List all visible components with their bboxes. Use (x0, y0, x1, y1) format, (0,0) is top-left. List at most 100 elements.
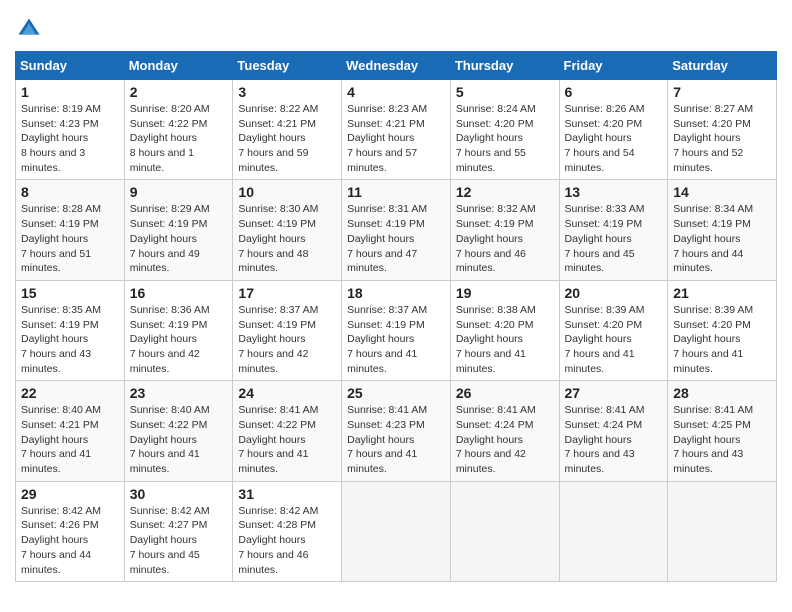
calendar-cell: 5 Sunrise: 8:24 AM Sunset: 4:20 PM Dayli… (450, 80, 559, 180)
day-info: Sunrise: 8:22 AM Sunset: 4:21 PM Dayligh… (238, 102, 336, 175)
day-number: 14 (673, 184, 771, 200)
day-number: 30 (130, 486, 228, 502)
day-info: Sunrise: 8:23 AM Sunset: 4:21 PM Dayligh… (347, 102, 445, 175)
calendar-cell: 17 Sunrise: 8:37 AM Sunset: 4:19 PM Dayl… (233, 280, 342, 380)
calendar-cell: 4 Sunrise: 8:23 AM Sunset: 4:21 PM Dayli… (342, 80, 451, 180)
day-number: 1 (21, 84, 119, 100)
day-number: 5 (456, 84, 554, 100)
weekday-header-wednesday: Wednesday (342, 52, 451, 80)
calendar-table: SundayMondayTuesdayWednesdayThursdayFrid… (15, 51, 777, 582)
day-info: Sunrise: 8:27 AM Sunset: 4:20 PM Dayligh… (673, 102, 771, 175)
logo (15, 15, 47, 43)
day-number: 6 (565, 84, 663, 100)
page-header (15, 15, 777, 43)
logo-icon (15, 15, 43, 43)
calendar-week-5: 29 Sunrise: 8:42 AM Sunset: 4:26 PM Dayl… (16, 481, 777, 581)
day-info: Sunrise: 8:37 AM Sunset: 4:19 PM Dayligh… (347, 303, 445, 376)
day-number: 2 (130, 84, 228, 100)
calendar-cell: 25 Sunrise: 8:41 AM Sunset: 4:23 PM Dayl… (342, 381, 451, 481)
day-info: Sunrise: 8:24 AM Sunset: 4:20 PM Dayligh… (456, 102, 554, 175)
day-number: 27 (565, 385, 663, 401)
day-info: Sunrise: 8:28 AM Sunset: 4:19 PM Dayligh… (21, 202, 119, 275)
calendar-cell: 14 Sunrise: 8:34 AM Sunset: 4:19 PM Dayl… (668, 180, 777, 280)
day-number: 12 (456, 184, 554, 200)
calendar-cell: 2 Sunrise: 8:20 AM Sunset: 4:22 PM Dayli… (124, 80, 233, 180)
day-info: Sunrise: 8:42 AM Sunset: 4:27 PM Dayligh… (130, 504, 228, 577)
calendar-cell: 6 Sunrise: 8:26 AM Sunset: 4:20 PM Dayli… (559, 80, 668, 180)
calendar-header-row: SundayMondayTuesdayWednesdayThursdayFrid… (16, 52, 777, 80)
day-info: Sunrise: 8:33 AM Sunset: 4:19 PM Dayligh… (565, 202, 663, 275)
day-info: Sunrise: 8:31 AM Sunset: 4:19 PM Dayligh… (347, 202, 445, 275)
day-info: Sunrise: 8:41 AM Sunset: 4:24 PM Dayligh… (565, 403, 663, 476)
day-number: 7 (673, 84, 771, 100)
calendar-cell (450, 481, 559, 581)
day-number: 9 (130, 184, 228, 200)
day-number: 18 (347, 285, 445, 301)
calendar-cell: 29 Sunrise: 8:42 AM Sunset: 4:26 PM Dayl… (16, 481, 125, 581)
calendar-cell (668, 481, 777, 581)
day-number: 3 (238, 84, 336, 100)
calendar-cell: 22 Sunrise: 8:40 AM Sunset: 4:21 PM Dayl… (16, 381, 125, 481)
weekday-header-thursday: Thursday (450, 52, 559, 80)
calendar-cell: 24 Sunrise: 8:41 AM Sunset: 4:22 PM Dayl… (233, 381, 342, 481)
calendar-cell: 8 Sunrise: 8:28 AM Sunset: 4:19 PM Dayli… (16, 180, 125, 280)
day-number: 31 (238, 486, 336, 502)
calendar-cell: 1 Sunrise: 8:19 AM Sunset: 4:23 PM Dayli… (16, 80, 125, 180)
day-info: Sunrise: 8:42 AM Sunset: 4:26 PM Dayligh… (21, 504, 119, 577)
day-number: 13 (565, 184, 663, 200)
calendar-week-2: 8 Sunrise: 8:28 AM Sunset: 4:19 PM Dayli… (16, 180, 777, 280)
day-info: Sunrise: 8:42 AM Sunset: 4:28 PM Dayligh… (238, 504, 336, 577)
day-info: Sunrise: 8:39 AM Sunset: 4:20 PM Dayligh… (673, 303, 771, 376)
day-number: 22 (21, 385, 119, 401)
day-number: 21 (673, 285, 771, 301)
day-number: 11 (347, 184, 445, 200)
calendar-cell: 27 Sunrise: 8:41 AM Sunset: 4:24 PM Dayl… (559, 381, 668, 481)
calendar-cell: 31 Sunrise: 8:42 AM Sunset: 4:28 PM Dayl… (233, 481, 342, 581)
calendar-week-4: 22 Sunrise: 8:40 AM Sunset: 4:21 PM Dayl… (16, 381, 777, 481)
calendar-cell: 11 Sunrise: 8:31 AM Sunset: 4:19 PM Dayl… (342, 180, 451, 280)
weekday-header-sunday: Sunday (16, 52, 125, 80)
day-number: 23 (130, 385, 228, 401)
calendar-cell (559, 481, 668, 581)
day-info: Sunrise: 8:39 AM Sunset: 4:20 PM Dayligh… (565, 303, 663, 376)
day-info: Sunrise: 8:41 AM Sunset: 4:24 PM Dayligh… (456, 403, 554, 476)
day-info: Sunrise: 8:19 AM Sunset: 4:23 PM Dayligh… (21, 102, 119, 175)
calendar-cell: 16 Sunrise: 8:36 AM Sunset: 4:19 PM Dayl… (124, 280, 233, 380)
weekday-header-monday: Monday (124, 52, 233, 80)
day-info: Sunrise: 8:34 AM Sunset: 4:19 PM Dayligh… (673, 202, 771, 275)
calendar-cell: 13 Sunrise: 8:33 AM Sunset: 4:19 PM Dayl… (559, 180, 668, 280)
day-number: 29 (21, 486, 119, 502)
calendar-cell: 3 Sunrise: 8:22 AM Sunset: 4:21 PM Dayli… (233, 80, 342, 180)
day-info: Sunrise: 8:26 AM Sunset: 4:20 PM Dayligh… (565, 102, 663, 175)
calendar-cell: 7 Sunrise: 8:27 AM Sunset: 4:20 PM Dayli… (668, 80, 777, 180)
day-number: 19 (456, 285, 554, 301)
calendar-cell: 12 Sunrise: 8:32 AM Sunset: 4:19 PM Dayl… (450, 180, 559, 280)
day-info: Sunrise: 8:41 AM Sunset: 4:22 PM Dayligh… (238, 403, 336, 476)
calendar-cell: 21 Sunrise: 8:39 AM Sunset: 4:20 PM Dayl… (668, 280, 777, 380)
calendar-cell: 19 Sunrise: 8:38 AM Sunset: 4:20 PM Dayl… (450, 280, 559, 380)
day-number: 10 (238, 184, 336, 200)
day-number: 20 (565, 285, 663, 301)
day-info: Sunrise: 8:29 AM Sunset: 4:19 PM Dayligh… (130, 202, 228, 275)
calendar-cell (342, 481, 451, 581)
day-info: Sunrise: 8:41 AM Sunset: 4:25 PM Dayligh… (673, 403, 771, 476)
day-info: Sunrise: 8:36 AM Sunset: 4:19 PM Dayligh… (130, 303, 228, 376)
weekday-header-tuesday: Tuesday (233, 52, 342, 80)
calendar-cell: 20 Sunrise: 8:39 AM Sunset: 4:20 PM Dayl… (559, 280, 668, 380)
calendar-week-1: 1 Sunrise: 8:19 AM Sunset: 4:23 PM Dayli… (16, 80, 777, 180)
calendar-week-3: 15 Sunrise: 8:35 AM Sunset: 4:19 PM Dayl… (16, 280, 777, 380)
day-info: Sunrise: 8:20 AM Sunset: 4:22 PM Dayligh… (130, 102, 228, 175)
weekday-header-friday: Friday (559, 52, 668, 80)
day-number: 4 (347, 84, 445, 100)
day-number: 16 (130, 285, 228, 301)
day-info: Sunrise: 8:38 AM Sunset: 4:20 PM Dayligh… (456, 303, 554, 376)
day-number: 15 (21, 285, 119, 301)
calendar-cell: 26 Sunrise: 8:41 AM Sunset: 4:24 PM Dayl… (450, 381, 559, 481)
calendar-cell: 28 Sunrise: 8:41 AM Sunset: 4:25 PM Dayl… (668, 381, 777, 481)
day-info: Sunrise: 8:40 AM Sunset: 4:22 PM Dayligh… (130, 403, 228, 476)
calendar-cell: 15 Sunrise: 8:35 AM Sunset: 4:19 PM Dayl… (16, 280, 125, 380)
day-info: Sunrise: 8:37 AM Sunset: 4:19 PM Dayligh… (238, 303, 336, 376)
day-number: 25 (347, 385, 445, 401)
calendar-cell: 10 Sunrise: 8:30 AM Sunset: 4:19 PM Dayl… (233, 180, 342, 280)
calendar-cell: 9 Sunrise: 8:29 AM Sunset: 4:19 PM Dayli… (124, 180, 233, 280)
